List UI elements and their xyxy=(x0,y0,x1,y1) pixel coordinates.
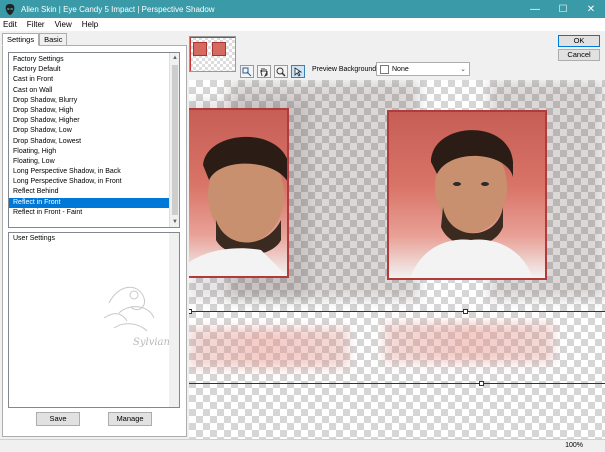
svg-text:Sylviane: Sylviane xyxy=(133,337,169,348)
close-button[interactable]: ✕ xyxy=(577,0,605,18)
list-item[interactable]: Floating, High xyxy=(9,147,170,157)
alien-head-icon xyxy=(4,3,16,15)
scroll-up-icon[interactable]: ▲ xyxy=(170,53,179,63)
watermark-logo: Sylviane xyxy=(99,273,176,353)
user-settings-header: User Settings xyxy=(13,235,56,242)
preview-background-select[interactable]: None ⌄ xyxy=(376,62,470,76)
menu-edit[interactable]: Edit xyxy=(3,20,17,29)
color-swatch-icon xyxy=(380,64,389,74)
preview-background-value: None xyxy=(392,65,409,73)
arrow-select-icon[interactable] xyxy=(291,65,305,78)
menu-help[interactable]: Help xyxy=(82,20,98,29)
zoom-icon[interactable] xyxy=(274,65,288,78)
drag-handle[interactable] xyxy=(463,309,468,314)
menu-view[interactable]: View xyxy=(55,20,72,29)
user-settings-scrollbar[interactable] xyxy=(169,233,179,407)
menu-bar: Edit Filter View Help xyxy=(0,18,605,31)
list-item[interactable]: Drop Shadow, Higher xyxy=(9,116,170,126)
navigator-thumbnail[interactable] xyxy=(189,36,236,72)
scroll-down-icon[interactable]: ▼ xyxy=(170,217,179,227)
menu-filter[interactable]: Filter xyxy=(27,20,45,29)
list-item[interactable]: Drop Shadow, Blurry xyxy=(9,96,170,106)
user-settings-list[interactable]: User Settings Sylviane xyxy=(8,232,180,408)
preview-canvas[interactable] xyxy=(189,80,605,439)
status-bar: 100% xyxy=(0,439,605,452)
cancel-button[interactable]: Cancel xyxy=(558,49,600,61)
list-item[interactable]: Long Perspective Shadow, in Back xyxy=(9,167,170,177)
ok-button[interactable]: OK xyxy=(558,35,600,47)
list-item[interactable]: Factory Default xyxy=(9,65,170,75)
close-icon: ✕ xyxy=(586,3,596,15)
save-button[interactable]: Save xyxy=(36,412,80,426)
manage-button[interactable]: Manage xyxy=(108,412,152,426)
list-item[interactable]: Long Perspective Shadow, in Front xyxy=(9,177,170,187)
list-item[interactable]: Reflect in Front xyxy=(9,197,170,208)
factory-settings-list[interactable]: Factory Settings Factory Default Cast in … xyxy=(8,52,180,228)
horizon-line-top xyxy=(189,311,605,312)
list-item[interactable]: Reflect in Front - Faint xyxy=(9,208,170,218)
hand-icon[interactable] xyxy=(257,65,271,78)
maximize-icon: ☐ xyxy=(558,3,568,15)
window-title: Alien Skin | Eye Candy 5 Impact | Perspe… xyxy=(21,4,215,14)
preview-background-label: Preview Background: xyxy=(312,66,379,73)
photo-right xyxy=(387,110,547,280)
minimize-button[interactable]: — xyxy=(521,0,549,18)
reflection-left xyxy=(189,328,349,368)
chevron-down-icon: ⌄ xyxy=(460,66,466,73)
photo-left xyxy=(189,108,289,278)
tab-settings[interactable]: Settings xyxy=(2,33,40,46)
list-item[interactable]: Drop Shadow, Low xyxy=(9,126,170,136)
list-item[interactable]: Drop Shadow, High xyxy=(9,106,170,116)
list-item[interactable]: Drop Shadow, Lowest xyxy=(9,137,170,147)
list-header: Factory Settings xyxy=(13,56,64,63)
zoom-level: 100% xyxy=(565,442,583,449)
preset-scrollbar[interactable]: ▲ ▼ xyxy=(169,53,179,227)
list-item[interactable]: Floating, Low xyxy=(9,157,170,167)
minimize-icon: — xyxy=(530,3,540,15)
reflection-right xyxy=(384,323,554,363)
maximize-button[interactable]: ☐ xyxy=(549,0,577,18)
list-item[interactable]: Cast on Wall xyxy=(9,86,170,96)
horizon-line-bottom xyxy=(189,383,605,384)
list-item[interactable]: Cast in Front xyxy=(9,75,170,85)
scroll-thumb[interactable] xyxy=(172,65,178,215)
drag-handle[interactable] xyxy=(189,309,192,314)
move-preview-icon[interactable] xyxy=(240,65,254,78)
drag-handle[interactable] xyxy=(479,381,484,386)
list-item[interactable]: Reflect Behind xyxy=(9,187,170,197)
title-bar: Alien Skin | Eye Candy 5 Impact | Perspe… xyxy=(0,0,605,18)
